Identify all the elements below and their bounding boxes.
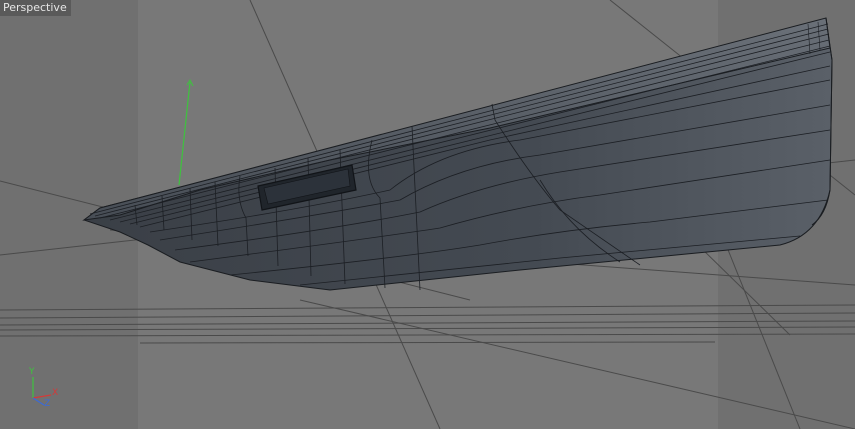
axis-label-x: X: [52, 388, 59, 398]
axis-label-y: Y: [29, 367, 35, 377]
object-axis-y[interactable]: [178, 78, 194, 186]
hull-model[interactable]: [82, 17, 833, 291]
viewport-name-label[interactable]: Perspective: [0, 0, 71, 16]
scene-canvas[interactable]: [0, 0, 855, 429]
axis-label-z: Z: [44, 399, 51, 409]
perspective-viewport[interactable]: Perspective Y X Z: [0, 0, 855, 429]
